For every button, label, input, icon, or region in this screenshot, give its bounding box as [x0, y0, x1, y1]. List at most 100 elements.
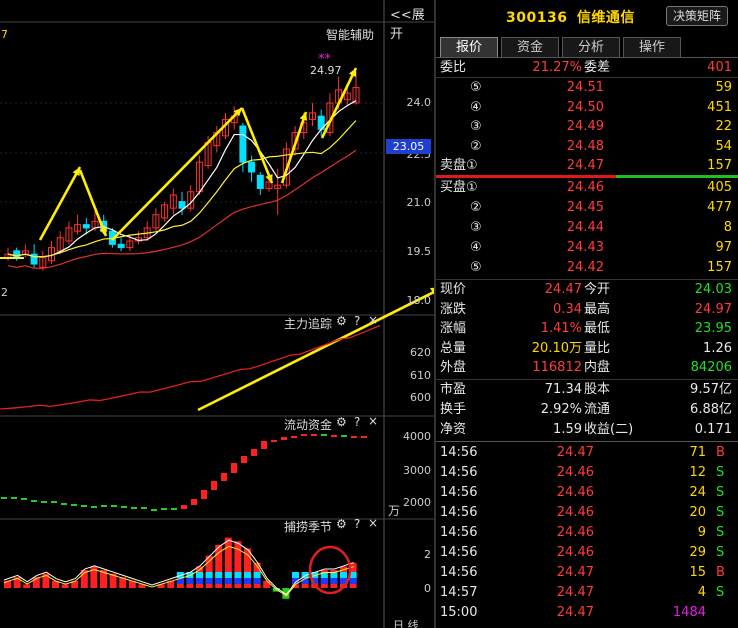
panel-title-main-tracking[interactable]: 主力追踪 [284, 315, 332, 332]
tab-quote[interactable]: 报价 [440, 37, 498, 57]
tick-row[interactable]: 14:56 24.46 12 S [436, 463, 738, 483]
tick-volume: 15 [689, 565, 706, 580]
season-signal [196, 572, 203, 578]
stat-label: 总量 [440, 340, 467, 356]
stat-label: 内盘 [584, 360, 611, 375]
stat-row[interactable]: 总量 20.10万 量比 1.26 [436, 339, 738, 359]
panel-tick: 3000 [403, 464, 431, 477]
level-label: ③ [470, 119, 482, 134]
quote-tabs: 报价 资金 分析 操作 [440, 37, 684, 57]
tick-volume: 12 [689, 465, 706, 480]
tick-price: 24.46 [556, 505, 594, 520]
tick-price: 24.46 [556, 465, 594, 480]
close-icon[interactable]: × [368, 414, 378, 428]
chart-area[interactable]: <<展开 智能辅助 ** 24.97 7 2 24.0 22.5 21.0 19… [0, 0, 434, 628]
stat-row[interactable]: 涨跌 0.34 最高 24.97 [436, 300, 738, 320]
tick-row[interactable]: 14:56 24.47 71 B [436, 443, 738, 463]
stat-label: 最高 [584, 301, 611, 317]
tick-row[interactable]: 14:56 24.47 15 B [436, 563, 738, 583]
tick-row[interactable]: 14:56 24.46 29 S [436, 543, 738, 563]
stat-label: 净资 [440, 422, 467, 437]
tick-volume: 1484 [672, 605, 706, 620]
season-signal [234, 578, 242, 584]
help-icon[interactable]: ? [354, 314, 360, 328]
close-icon[interactable]: × [368, 516, 378, 530]
sell-level-row[interactable]: 卖盘① 24.47 157 [436, 156, 738, 176]
stock-name: 信维通信 [576, 10, 635, 26]
stat-row[interactable]: 现价 24.47 今开 24.03 [436, 280, 738, 300]
season-signal [253, 572, 261, 578]
season-signal [244, 578, 251, 584]
weibi-label: 委比 [440, 60, 467, 75]
buy-level-row[interactable]: ④ 24.43 97 [436, 238, 738, 258]
season-bar [263, 580, 271, 588]
smart-assist-label[interactable]: 智能辅助 [326, 26, 374, 43]
fund-bar [261, 441, 267, 449]
tick-side: S [716, 525, 725, 540]
level-price: 24.51 [566, 80, 604, 95]
tab-analysis[interactable]: 分析 [562, 37, 620, 57]
help-icon[interactable]: ? [354, 415, 360, 429]
sell-level-row[interactable]: ⑤ 24.51 59 [436, 78, 738, 98]
fund-bar [341, 435, 347, 437]
tick-time: 14:56 [440, 545, 478, 560]
stat-row[interactable]: 市盈 71.34 股本 9.57亿 [436, 380, 738, 400]
buy-level-row[interactable]: 买盘① 24.46 405 [436, 178, 738, 198]
season-signal [234, 572, 242, 578]
tick-time: 14:56 [440, 465, 478, 480]
tab-operation[interactable]: 操作 [623, 37, 681, 57]
fund-bar [301, 434, 307, 436]
fund-bar [161, 508, 167, 510]
panel-title-liquid-funds[interactable]: 流动资金 [284, 416, 332, 433]
expand-button[interactable]: <<展开 [390, 4, 434, 42]
fund-bar [191, 499, 197, 505]
gear-icon[interactable]: ⚙ [336, 314, 347, 328]
tick-price: 24.47 [556, 585, 594, 600]
tab-funds[interactable]: 资金 [501, 37, 559, 57]
close-icon[interactable]: × [368, 313, 378, 327]
fund-bar [201, 490, 207, 499]
season-bar [23, 584, 31, 588]
sell-level-row[interactable]: ② 24.48 54 [436, 137, 738, 157]
stat-value: 1.41% [540, 321, 582, 336]
decision-matrix-button[interactable]: 决策矩阵 [666, 6, 728, 26]
tick-row[interactable]: 15:00 24.47 1484 [436, 603, 738, 623]
period-label[interactable]: 日 线 [393, 617, 419, 628]
level-label: ③ [470, 220, 482, 235]
tick-row[interactable]: 14:56 24.46 24 S [436, 483, 738, 503]
sell-level-row[interactable]: ③ 24.49 22 [436, 117, 738, 137]
fund-bar [71, 504, 77, 506]
fund-bar [231, 463, 237, 473]
level-volume: 97 [715, 240, 732, 255]
left-edge-label-mid: 2 [1, 286, 8, 299]
stat-row[interactable]: 净资 1.59 收益(二) 0.171 [436, 420, 738, 440]
gear-icon[interactable]: ⚙ [336, 415, 347, 429]
tick-row[interactable]: 14:56 24.46 9 S [436, 523, 738, 543]
high-price-marker: 24.97 [310, 64, 342, 77]
panel-title-fishing-season[interactable]: 捕捞季节 [284, 518, 332, 535]
stat-label: 股本 [584, 382, 611, 397]
season-signal [215, 578, 223, 584]
season-signal [349, 578, 357, 584]
season-signal [205, 572, 213, 578]
stat-row[interactable]: 涨幅 1.41% 最低 23.95 [436, 319, 738, 339]
tick-row[interactable]: 14:57 24.47 4 S [436, 583, 738, 603]
fund-bar [361, 436, 367, 438]
stat-label: 收益(二) [584, 422, 634, 437]
fund-bar [101, 505, 107, 507]
buy-level-row[interactable]: ③ 24.44 8 [436, 218, 738, 238]
help-icon[interactable]: ? [354, 517, 360, 531]
buy-level-row[interactable]: ② 24.45 477 [436, 198, 738, 218]
stock-code: 300136 [506, 10, 568, 26]
gear-icon[interactable]: ⚙ [336, 517, 347, 531]
tick-row[interactable]: 14:56 24.46 20 S [436, 503, 738, 523]
sell-level-row[interactable]: ④ 24.50 451 [436, 98, 738, 118]
stat-row[interactable]: 换手 2.92% 流通 6.88亿 [436, 400, 738, 420]
season-signal [215, 572, 223, 578]
fund-bar [41, 501, 47, 503]
stat-row[interactable]: 外盘 116812 内盘 84206 [436, 358, 738, 378]
stat-value: 2.92% [540, 402, 582, 417]
fund-bar [151, 509, 157, 511]
buy-level-row[interactable]: ⑤ 24.42 157 [436, 258, 738, 278]
level-volume: 59 [715, 80, 732, 95]
